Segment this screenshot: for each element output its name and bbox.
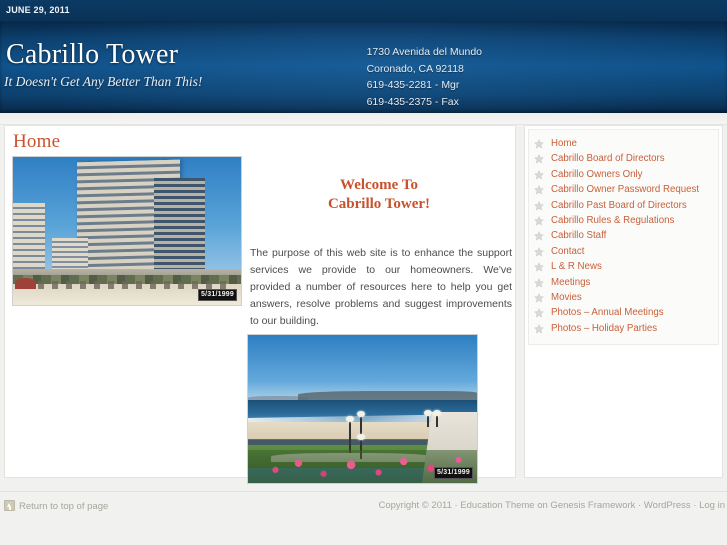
star-icon <box>534 277 544 288</box>
star-icon <box>534 231 544 241</box>
contact-phone-manager: 619-435-2281 - Mgr <box>366 79 460 91</box>
star-icon <box>534 215 544 226</box>
sidebar-menu-item-label: Cabrillo Owners Only <box>551 168 643 180</box>
sidebar-menu-item[interactable]: Movies <box>529 290 718 305</box>
star-icon <box>534 154 544 164</box>
photo-building-umbrella <box>15 278 36 289</box>
sidebar-menu-item[interactable]: Cabrillo Owners Only <box>529 167 718 182</box>
welcome-paragraph: The purpose of this web site is to enhan… <box>250 247 512 327</box>
star-icon <box>534 246 544 257</box>
star-icon <box>534 323 544 334</box>
contact-address-line2: Coronado, CA 92118 <box>366 62 464 75</box>
footer-credits: Copyright © 2011 · Education Theme on Ge… <box>378 500 725 511</box>
photo-beach-lamppost <box>432 409 441 427</box>
photo-beach-headland <box>298 391 477 401</box>
photo-building-rocks <box>24 281 230 289</box>
star-icon <box>534 139 544 149</box>
sidebar-pages-widget: Home Cabrillo Board of Directors Cabrillo … <box>528 129 719 346</box>
photo-beach-lamppost <box>423 409 432 427</box>
sidebar-menu-item-label: Photos – Holiday Parties <box>551 322 658 334</box>
site-description: It Doesn't Get Any Better Than This! <box>4 74 203 89</box>
photo-beach-datestamp: 5/31/1999 <box>434 467 473 479</box>
contact-address-line1: 1730 Avenida del Mundo <box>366 46 482 58</box>
current-date: JUNE 29, 2011 <box>6 5 70 15</box>
sidebar-menu-item[interactable]: Cabrillo Rules & Regulations <box>529 213 718 228</box>
photo-beach[interactable]: 5/31/1999 <box>247 334 478 484</box>
page-root: JUNE 29, 2011 Cabrillo Tower It Doesn't … <box>0 0 727 545</box>
sidebar-menu-item[interactable]: Cabrillo Past Board of Directors <box>529 198 718 213</box>
site-title[interactable]: Cabrillo Tower <box>6 39 178 71</box>
contact-phone-fax: 619-435-2375 - Fax <box>366 95 459 108</box>
sidebar-menu-item[interactable]: Meetings <box>529 275 718 290</box>
sidebar-menu-item[interactable]: Photos – Holiday Parties <box>529 321 718 336</box>
photo-building[interactable]: 5/31/1999 <box>12 156 242 306</box>
return-to-top-label: Return to top of page <box>19 501 109 512</box>
sidebar-menu-item[interactable]: Cabrillo Staff <box>529 228 718 243</box>
star-icon <box>534 262 544 272</box>
welcome-heading-line2: Cabrillo Tower! <box>327 196 431 212</box>
sidebar-menu-item-label: Meetings <box>551 276 591 288</box>
star-icon <box>534 169 544 180</box>
photo-building-adjacent-tower <box>13 202 45 274</box>
sidebar-menu-item[interactable]: Photos – Annual Meetings <box>529 305 718 320</box>
star-icon <box>534 200 544 211</box>
site-header: Cabrillo Tower It Doesn't Get Any Better… <box>0 22 727 113</box>
header-contact-block: 1730 Avenida del Mundo Coronado, CA 9211… <box>367 44 482 110</box>
sidebar-menu-item[interactable]: Contact <box>529 244 718 259</box>
sidebar-menu-item-label: Cabrillo Rules & Regulations <box>551 214 675 226</box>
sidebar-menu-item-label: Cabrillo Staff <box>551 230 607 242</box>
sidebar-menu-item-label: Movies <box>551 291 582 303</box>
nav-strip <box>0 113 727 125</box>
photo-beach-lamppost <box>345 415 354 454</box>
sidebar-menu-item[interactable]: Cabrillo Board of Directors <box>529 151 718 166</box>
star-icon <box>534 308 544 318</box>
welcome-heading-line1: Welcome To <box>340 177 418 193</box>
sidebar-menu-item-label: Home <box>551 138 577 149</box>
photo-building-tower-wing <box>154 177 205 277</box>
content-inner: 5/31/1999 Welcome To Cabrillo Tower! The… <box>5 154 515 484</box>
up-arrow-icon <box>4 500 15 511</box>
top-date-bar: JUNE 29, 2011 <box>0 0 727 22</box>
sidebar-menu-item-label: Photos – Annual Meetings <box>551 307 664 319</box>
sidebar-menu-item-label: Cabrillo Board of Directors <box>551 153 665 165</box>
main-content: Home 5/31/1999 Welcome To Cabrillo Tower… <box>4 125 516 484</box>
star-icon <box>534 292 544 303</box>
sidebar-menu-item-label: Cabrillo Owner Password Request <box>551 184 700 196</box>
welcome-heading: Welcome To Cabrillo Tower! <box>250 176 508 214</box>
photo-building-datestamp: 5/31/1999 <box>198 289 237 301</box>
site-footer: Return to top of page Copyright © 2011 ·… <box>0 492 727 545</box>
star-icon <box>534 185 544 195</box>
sidebar-menu-item[interactable]: Home <box>529 136 718 151</box>
sidebar-menu: Home Cabrillo Board of Directors Cabrillo … <box>529 136 718 336</box>
sidebar-menu-item[interactable]: L & R News <box>529 259 718 274</box>
sidebar-menu-item-label: Cabrillo Past Board of Directors <box>551 199 687 211</box>
content-wrap: Home 5/31/1999 Welcome To Cabrillo Tower… <box>0 125 727 484</box>
return-to-top-link[interactable]: Return to top of page <box>4 500 108 512</box>
sidebar-menu-item-label: Contact <box>551 245 585 257</box>
sidebar: Home Cabrillo Board of Directors Cabrillo … <box>524 125 723 478</box>
sidebar-menu-item[interactable]: Cabrillo Owner Password Request <box>529 182 718 197</box>
sidebar-menu-item-label: L & R News <box>551 261 602 273</box>
page-title: Home <box>13 131 61 152</box>
